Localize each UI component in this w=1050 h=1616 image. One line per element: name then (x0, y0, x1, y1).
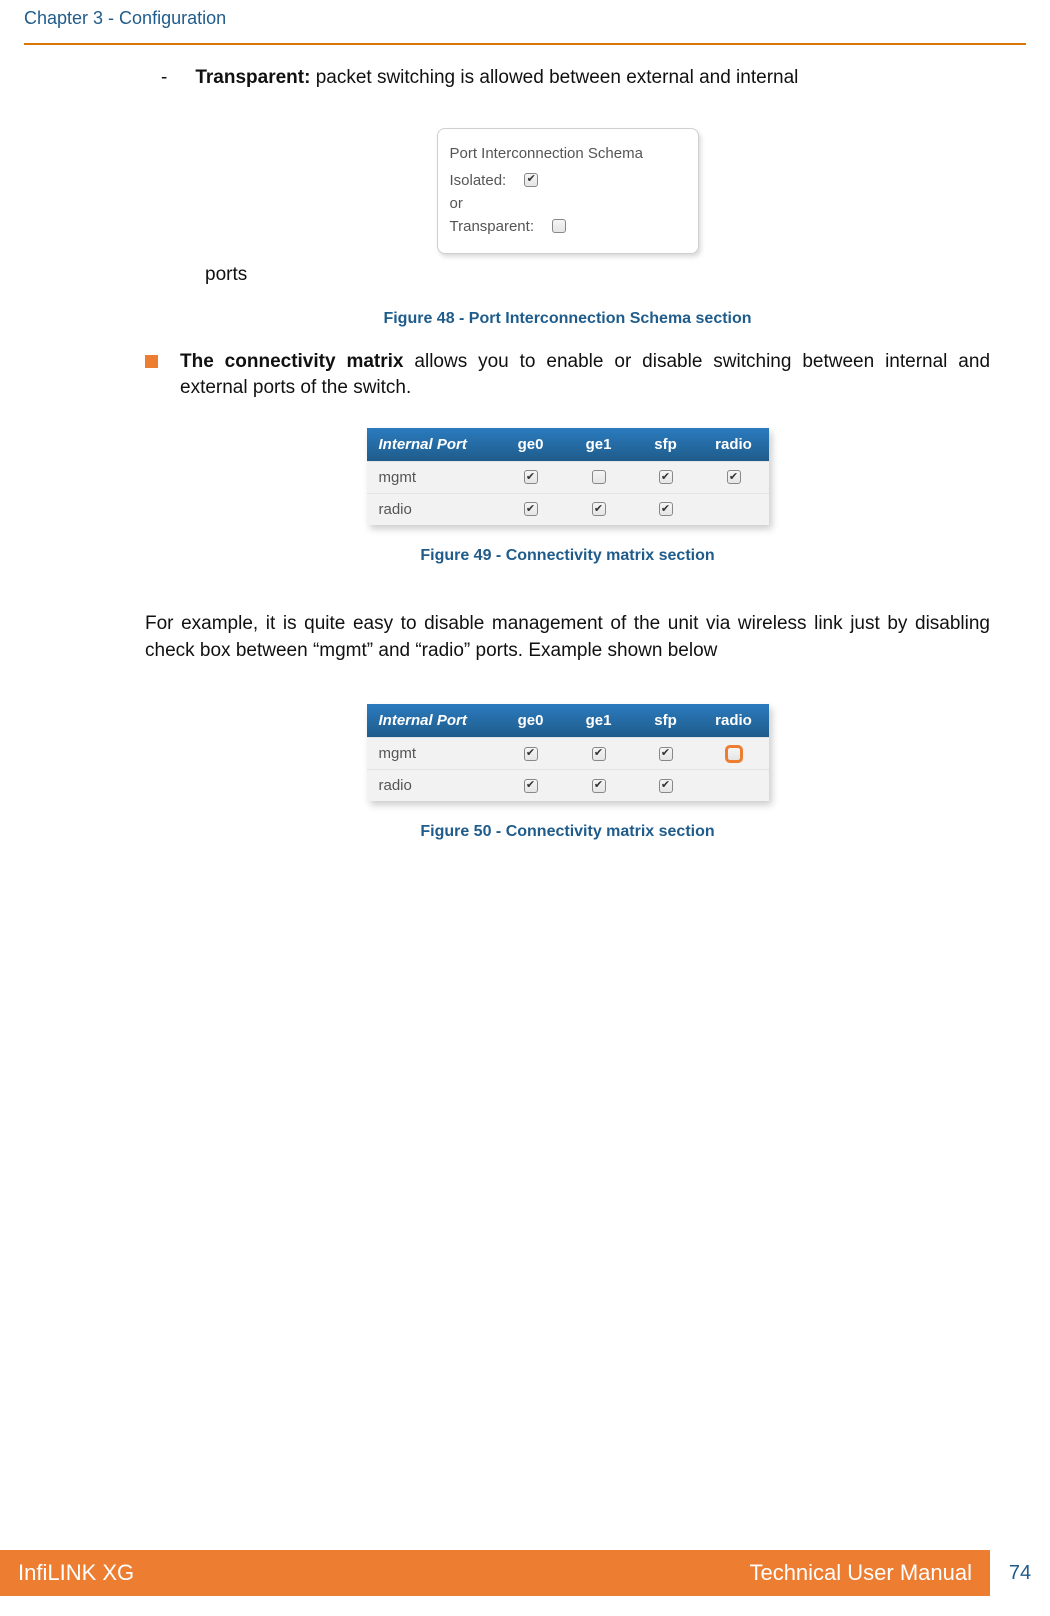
cb-mgmt-ge1[interactable] (592, 470, 606, 484)
cb-mgmt-sfp[interactable]: ✔ (659, 747, 673, 761)
connectivity-bullet: The connectivity matrix allows you to en… (145, 349, 990, 402)
schema-title: Port Interconnection Schema (450, 143, 684, 164)
table-row: mgmt ✔ ✔ ✔ (367, 737, 769, 769)
cb-radio-ge1[interactable]: ✔ (592, 779, 606, 793)
page-number: 74 (990, 1562, 1050, 1585)
page-header: Chapter 3 - Configuration (0, 0, 1050, 29)
th-internal: Internal Port (367, 704, 497, 737)
or-label: or (450, 193, 463, 214)
cb-radio-sfp[interactable]: ✔ (659, 502, 673, 516)
cb-radio-ge0[interactable]: ✔ (524, 779, 538, 793)
cb-mgmt-sfp[interactable]: ✔ (659, 470, 673, 484)
footer-right: Technical User Manual (749, 1560, 972, 1586)
cb-radio-ge1[interactable]: ✔ (592, 502, 606, 516)
cb-radio-sfp[interactable]: ✔ (659, 779, 673, 793)
isolated-checkbox[interactable]: ✔ (524, 173, 538, 187)
th-ge1: ge1 (565, 428, 633, 461)
th-ge1: ge1 (565, 704, 633, 737)
figure50-caption: Figure 50 - Connectivity matrix section (145, 821, 990, 843)
footer-left: InfiLINK XG (18, 1560, 134, 1586)
port-schema-panel: Port Interconnection Schema Isolated: ✔ … (437, 128, 699, 254)
transparent-label: Transparent: (195, 67, 310, 88)
page-footer: InfiLINK XG Technical User Manual 74 (0, 1550, 1050, 1596)
row-label: mgmt (367, 738, 497, 769)
cb-radio-ge0[interactable]: ✔ (524, 502, 538, 516)
cb-mgmt-ge1[interactable]: ✔ (592, 747, 606, 761)
table-row: radio ✔ ✔ ✔ (367, 769, 769, 801)
isolated-label: Isolated: (450, 170, 507, 191)
th-sfp: sfp (633, 704, 699, 737)
transparent-checkbox[interactable] (552, 219, 566, 233)
figure49-caption: Figure 49 - Connectivity matrix section (145, 545, 990, 567)
figure48-caption: Figure 48 - Port Interconnection Schema … (145, 308, 990, 330)
th-radio: radio (699, 428, 769, 461)
cb-mgmt-radio[interactable]: ✔ (727, 470, 741, 484)
row-label: mgmt (367, 462, 497, 493)
connectivity-bold: The connectivity matrix (180, 351, 404, 372)
table-row: radio ✔ ✔ ✔ (367, 493, 769, 525)
connectivity-matrix-49: Internal Port ge0 ge1 sfp radio mgmt ✔ ✔… (367, 428, 769, 525)
th-radio: radio (699, 704, 769, 737)
th-ge0: ge0 (497, 704, 565, 737)
cb-mgmt-ge0[interactable]: ✔ (524, 747, 538, 761)
dash-icon: - (161, 65, 167, 92)
cb-mgmt-radio-highlighted[interactable] (727, 747, 741, 761)
row-label: radio (367, 494, 497, 525)
th-ge0: ge0 (497, 428, 565, 461)
th-sfp: sfp (633, 428, 699, 461)
main-content: - Transparent: packet switching is allow… (0, 45, 1050, 844)
ports-word: ports (145, 262, 990, 289)
connectivity-matrix-50: Internal Port ge0 ge1 sfp radio mgmt ✔ ✔… (367, 704, 769, 801)
th-internal: Internal Port (367, 428, 497, 461)
table-row: mgmt ✔ ✔ ✔ (367, 461, 769, 493)
row-label: radio (367, 770, 497, 801)
transparent-row-label: Transparent: (450, 216, 535, 237)
transparent-bullet: - Transparent: packet switching is allow… (145, 65, 990, 92)
cb-mgmt-ge0[interactable]: ✔ (524, 470, 538, 484)
square-bullet-icon (145, 355, 158, 368)
example-paragraph: For example, it is quite easy to disable… (145, 611, 990, 664)
header-rule (0, 29, 1050, 45)
transparent-text: packet switching is allowed between exte… (310, 67, 798, 88)
